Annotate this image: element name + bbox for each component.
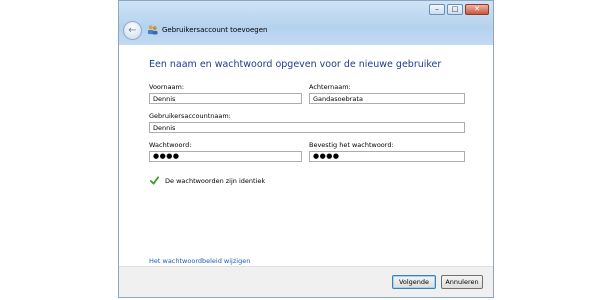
add-user-window: – □ ✕ ← Gebruikersaccount toevoegen Een … bbox=[118, 0, 494, 298]
confirm-password-label: Bevestig het wachtwoord: bbox=[309, 141, 394, 149]
confirm-password-field[interactable]: ●●●● bbox=[309, 151, 465, 162]
window-title: Gebruikersaccount toevoegen bbox=[162, 26, 268, 34]
password-label: Wachtwoord: bbox=[149, 141, 192, 149]
password-match-message: De wachtwoorden zijn identiek bbox=[165, 177, 266, 185]
checkmark-icon bbox=[150, 176, 159, 185]
minimize-button[interactable]: – bbox=[429, 4, 445, 15]
title-bar: – □ ✕ ← Gebruikersaccount toevoegen bbox=[119, 1, 493, 45]
last-name-field[interactable]: Gandasoebrata bbox=[309, 93, 465, 104]
password-policy-link[interactable]: Het wachtwoordbeleid wijzigen bbox=[149, 257, 250, 265]
username-field[interactable]: Dennis bbox=[149, 122, 465, 133]
button-bar: Volgende Annuleren bbox=[119, 266, 493, 297]
password-field[interactable]: ●●●● bbox=[149, 151, 302, 162]
wizard-content: Een naam en wachtwoord opgeven voor de n… bbox=[119, 45, 493, 297]
back-button[interactable]: ← bbox=[123, 21, 142, 40]
first-name-label: Voornaam: bbox=[149, 83, 185, 91]
close-button[interactable]: ✕ bbox=[465, 4, 489, 15]
users-icon bbox=[147, 25, 158, 35]
last-name-label: Achternaam: bbox=[309, 83, 351, 91]
page-heading: Een naam en wachtwoord opgeven voor de n… bbox=[149, 59, 442, 70]
caption-buttons: – □ ✕ bbox=[429, 4, 489, 15]
back-arrow-icon: ← bbox=[128, 25, 137, 36]
next-button[interactable]: Volgende bbox=[392, 275, 436, 289]
first-name-field[interactable]: Dennis bbox=[149, 93, 302, 104]
maximize-button[interactable]: □ bbox=[447, 4, 463, 15]
cancel-button[interactable]: Annuleren bbox=[441, 275, 483, 289]
username-label: Gebruikersaccountnaam: bbox=[149, 112, 231, 120]
